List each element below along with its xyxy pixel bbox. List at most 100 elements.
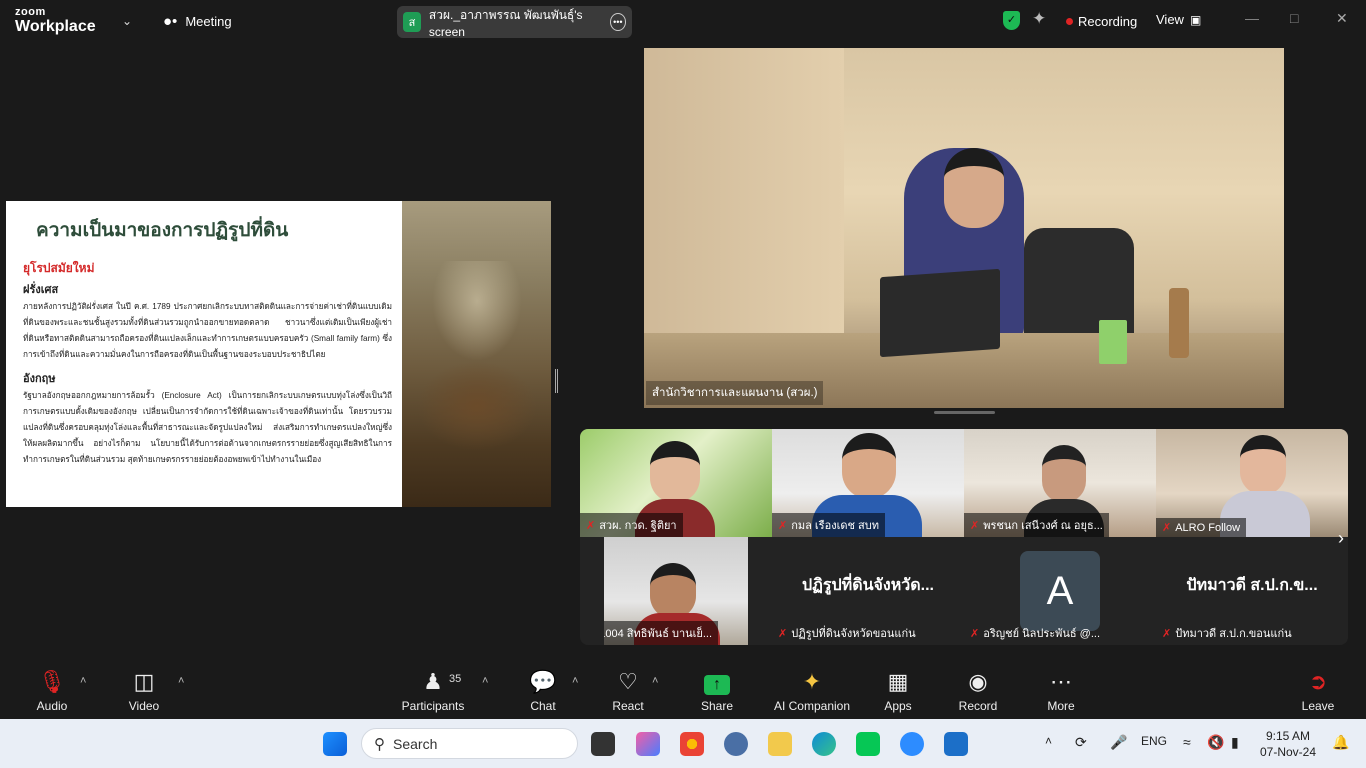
participant-label: ✗1004 สิทธิพันธ์ บานเย็... [604,621,719,645]
line-icon[interactable] [856,732,880,756]
windows-taskbar: ⚲ Search ˄ ⟳ 🎤 ENG ≈ 🔇 ▮ 9:15 AM 07-Nov-… [0,719,1366,768]
sparkle-icon[interactable]: ✦ [1032,9,1046,29]
zoom-app-icon[interactable] [900,732,924,756]
notification-bell-icon[interactable]: 🔔 [1332,734,1349,751]
task-view-icon[interactable] [591,732,615,756]
split-resize-handle[interactable] [555,369,558,393]
participant-label: ✗ สวผ. กวด. ฐิติยา [580,513,683,537]
volume-muted-icon[interactable]: 🔇 [1207,734,1224,751]
participant-nameplate: ปัทมาวดี ส.ป.ก.ข... [1186,577,1318,594]
more-button[interactable]: ⋯ More [1021,669,1101,713]
clock-time: 9:15 AM [1266,729,1311,743]
sync-icon[interactable]: ⟳ [1075,734,1087,751]
participant-nameplate: ปฏิรูปที่ดินจังหวัด... [802,577,934,594]
search-icon: ⚲ [374,735,385,753]
participant-tile[interactable]: ปฏิรูปที่ดินจังหวัด... ✗ ปฏิรูปที่ดินจังห… [772,537,964,645]
microphone-icon[interactable]: 🎤 [1110,734,1127,751]
tray-chevron-up-icon[interactable]: ˄ [1045,734,1052,748]
slide-painting-image [402,201,551,507]
maximize-icon[interactable]: □ [1290,10,1298,26]
participant-label: ✗ ALRO Follow [1156,518,1247,537]
shared-slide: ความเป็นมาของการปฏิรูปที่ดิน ยุโรปสมัยให… [6,201,551,507]
record-label: Record [958,699,998,713]
input-language[interactable]: ENG [1141,734,1167,748]
leave-button[interactable]: ➲ Leave [1278,669,1358,713]
more-icon[interactable]: ••• [609,13,626,31]
participant-name: ALRO Follow [1175,521,1241,534]
audio-options-caret-icon[interactable]: ˄ [80,675,86,687]
apps-button[interactable]: ▦ Apps [858,669,938,713]
chat-icon: 💬 [529,669,557,694]
participant-tile[interactable]: ✗ สวผ. กวด. ฐิติยา [580,429,772,537]
participant-tile[interactable]: ✗ กมล เรืองเดช สบท [772,429,964,537]
chat-options-caret-icon[interactable]: ˄ [572,675,578,687]
mic-muted-icon: ✗ [586,519,596,532]
battery-icon[interactable]: ▮ [1231,734,1239,751]
participant-tile[interactable]: ✗1004 สิทธิพันธ์ บานเย็... [604,537,748,645]
ai-companion-button[interactable]: ✦ AI Companion [767,669,857,713]
share-button[interactable]: ↑ Share [677,669,757,713]
taskbar-search[interactable]: ⚲ Search [361,728,578,759]
close-icon[interactable]: ✕ [1336,10,1348,27]
sparkle-icon: ✦ [802,669,822,694]
search-placeholder: Search [393,735,438,752]
view-label: View [1156,12,1184,27]
section-heading-france: ฝรั่งเศส [23,284,59,296]
mic-muted-icon: ✗ [1162,627,1172,640]
chevron-down-icon[interactable]: ⌄ [122,14,132,28]
participant-name: สวผ. กวด. ฐิติยา [599,520,677,532]
minimize-icon[interactable]: — [1245,10,1259,26]
edge-icon[interactable] [812,732,836,756]
participant-tile[interactable]: ✗ พรชนก เสนีวงศ์ ณ อยุธ... [964,429,1156,537]
participants-count: 35 [449,673,462,685]
leave-label: Leave [1301,699,1335,713]
meeting-toolbar: 🎙 Audio ˄ ◫ Video ˄ ♟ Participants 35 ˄ … [0,661,1366,719]
calculator-icon[interactable] [724,732,748,756]
shield-check-icon[interactable]: ✓ [1003,11,1020,30]
photos-icon[interactable] [944,732,968,756]
wifi-icon[interactable]: ≈ [1183,734,1191,750]
video-options-caret-icon[interactable]: ˄ [178,675,184,687]
participant-name: 1004 สิทธิพันธ์ บานเย็... [604,628,713,640]
record-button[interactable]: ◉ Record [938,669,1018,713]
speaker-name: สำนักวิชาการและแผนงาน (สวผ.) [652,387,818,399]
video-camera-icon: ◫ [133,669,155,694]
chrome-icon[interactable] [680,732,704,756]
copilot-icon[interactable] [636,732,660,756]
view-button[interactable]: View ▣ [1156,12,1201,27]
recording-indicator[interactable]: Recording [1066,14,1137,29]
slide-subtitle: ยุโรปสมัยใหม่ [23,261,95,275]
chat-label: Chat [530,699,556,713]
video-button[interactable]: ◫ Video [104,669,184,713]
zoom-logo: zoom Workplace [15,7,96,35]
participant-tile[interactable]: ✗ ALRO Follow [1156,429,1348,537]
view-grid-icon: ▣ [1189,12,1202,27]
participant-label: ✗ ปัทมาวดี ส.ป.ก.ขอนแก่น [1156,621,1298,645]
mic-muted-icon: ✗ [970,627,980,640]
participant-name: อริญชย์ นิลประพันธ์ @... [983,628,1101,640]
active-speaker-video[interactable]: สำนักวิชาการและแผนงาน (สวผ.) [644,48,1284,408]
participant-gallery: ✗ สวผ. กวด. ฐิติยา ✗ กมล เรืองเดช สบท ✗ พรช… [580,429,1348,645]
participant-tile[interactable]: ปัทมาวดี ส.ป.ก.ข... ✗ ปัทมาวดี ส.ป.ก.ขอนแ… [1156,537,1348,645]
meeting-menu[interactable]: ●• Meeting [163,13,232,30]
participant-name: พรชนก เสนีวงศ์ ณ อยุธ... [983,520,1103,532]
participant-label: ✗ ปฏิรูปที่ดินจังหวัดขอนแก่น [772,621,922,645]
participant-avatar: A [1020,551,1100,631]
participant-tile[interactable]: A ✗ อริญชย์ นิลประพันธ์ @... [964,537,1156,645]
chat-button[interactable]: 💬 Chat [503,669,583,713]
windows-start-icon[interactable] [323,732,347,756]
mic-muted-icon: ✗ [778,627,788,640]
participants-options-caret-icon[interactable]: ˄ [482,675,488,687]
system-clock[interactable]: 9:15 AM 07-Nov-24 [1260,728,1316,760]
screen-share-indicator[interactable]: ส สวผ._อาภาพรรณ พัฒนพันธุ์'s screen ••• [397,6,632,39]
react-label: React [612,699,644,713]
speaker-resize-handle[interactable] [934,411,995,414]
gallery-next-icon[interactable]: › [1338,528,1344,549]
ai-companion-label: AI Companion [773,699,851,713]
share-screen-icon: ↑ [677,669,757,697]
meeting-label: Meeting [185,14,232,29]
section-heading-england: อังกฤษ [23,373,56,385]
react-options-caret-icon[interactable]: ˄ [652,675,658,687]
recording-label: Recording [1078,14,1138,29]
file-explorer-icon[interactable] [768,732,792,756]
